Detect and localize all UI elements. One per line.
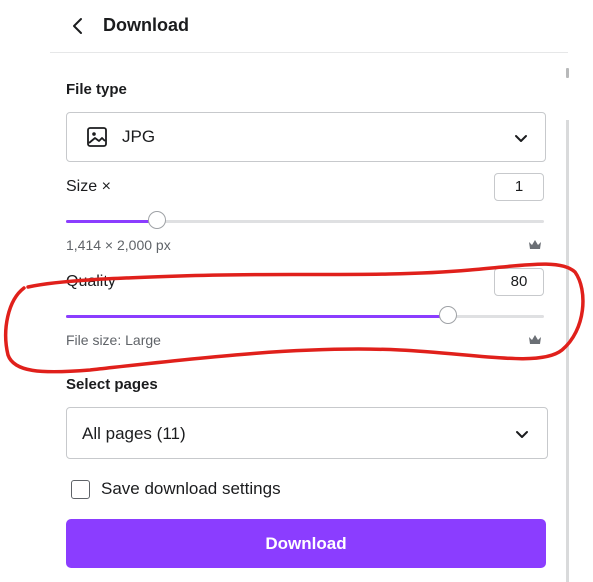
quality-input[interactable]: 80 — [494, 268, 544, 296]
file-type-value: JPG — [122, 127, 156, 146]
slider-thumb[interactable] — [439, 306, 458, 324]
quality-label: Quality — [66, 273, 116, 290]
slider-thumb[interactable] — [147, 211, 166, 229]
size-label: Size × — [66, 178, 111, 195]
slider-fill — [66, 315, 449, 318]
select-pages-value: All pages (11) — [82, 424, 186, 443]
chevron-down-icon — [516, 431, 528, 438]
crown-icon — [529, 335, 541, 344]
size-dimensions: 1,414 × 2,000 px — [66, 237, 171, 253]
chevron-left-icon — [73, 18, 82, 34]
scroll-marker — [566, 68, 569, 78]
file-size-text: File size: Large — [66, 332, 161, 348]
image-icon — [87, 127, 107, 147]
slider-fill — [66, 220, 157, 223]
crown-icon — [529, 240, 541, 249]
download-button[interactable]: Download — [66, 519, 546, 568]
download-panel: Download File type JPG Size × 1 1,414 × … — [50, 0, 568, 582]
select-pages-label: Select pages — [66, 376, 158, 393]
select-pages-dropdown[interactable]: All pages (11) — [66, 407, 548, 459]
size-slider[interactable] — [66, 211, 544, 231]
back-button[interactable] — [66, 14, 90, 38]
quality-slider[interactable] — [66, 306, 544, 326]
file-type-select[interactable]: JPG — [66, 112, 546, 162]
file-type-label: File type — [66, 81, 127, 98]
chevron-down-icon — [515, 135, 527, 142]
size-input[interactable]: 1 — [494, 173, 544, 201]
save-settings-label: Save download settings — [101, 479, 281, 498]
page-title: Download — [103, 15, 189, 35]
right-strip — [568, 0, 593, 582]
save-settings-checkbox[interactable] — [71, 480, 90, 499]
left-gutter — [0, 0, 50, 582]
scrollbar[interactable] — [566, 120, 569, 582]
panel-header: Download — [50, 0, 568, 53]
